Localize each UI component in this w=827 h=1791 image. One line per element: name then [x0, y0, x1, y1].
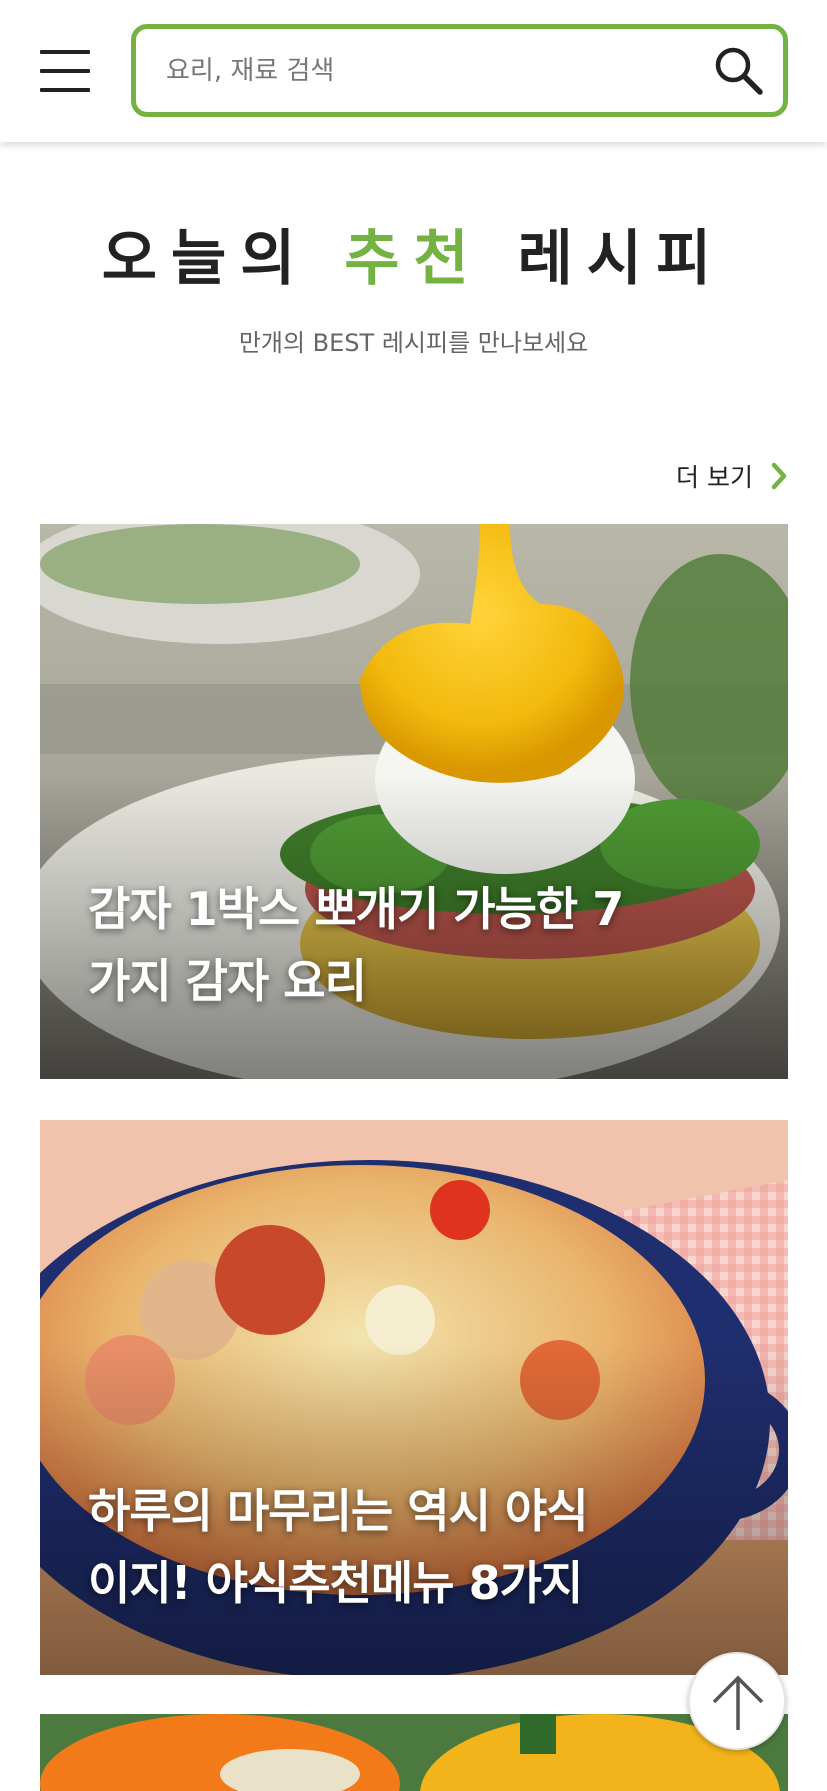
card-title: 하루의 마무리는 역시 야식이지! 야식추천메뉴 8가지: [88, 1484, 589, 1610]
search-box: [131, 24, 788, 117]
arrow-up-icon: [712, 1675, 764, 1730]
more-link[interactable]: 더 보기: [676, 458, 787, 494]
title-accent: 추천: [344, 224, 483, 294]
recipe-card[interactable]: [40, 1714, 788, 1791]
card-title: 감자 1박스 뽀개기 가능한 7가지 감자 요리: [88, 882, 624, 1008]
search-icon[interactable]: [711, 43, 765, 97]
search-input[interactable]: [166, 29, 686, 112]
chevron-right-icon: [771, 462, 787, 490]
page-subtitle: 만개의 BEST 레시피를 만나보세요: [238, 329, 589, 357]
scroll-to-top-button[interactable]: [688, 1652, 786, 1750]
page-title: 오늘의 추천 레시피: [0, 210, 827, 297]
title-part1: 오늘의: [101, 224, 310, 294]
stuffed-peppers-photo: [40, 1714, 788, 1791]
recipe-card[interactable]: 하루의 마무리는 역시 야식이지! 야식추천메뉴 8가지: [40, 1120, 788, 1675]
recipe-card[interactable]: 감자 1박스 뽀개기 가능한 7가지 감자 요리: [40, 524, 788, 1079]
more-label: 더 보기: [676, 463, 753, 492]
hamburger-menu-icon[interactable]: [40, 50, 90, 92]
top-header: [0, 0, 827, 142]
title-part2: 레시피: [517, 224, 726, 294]
